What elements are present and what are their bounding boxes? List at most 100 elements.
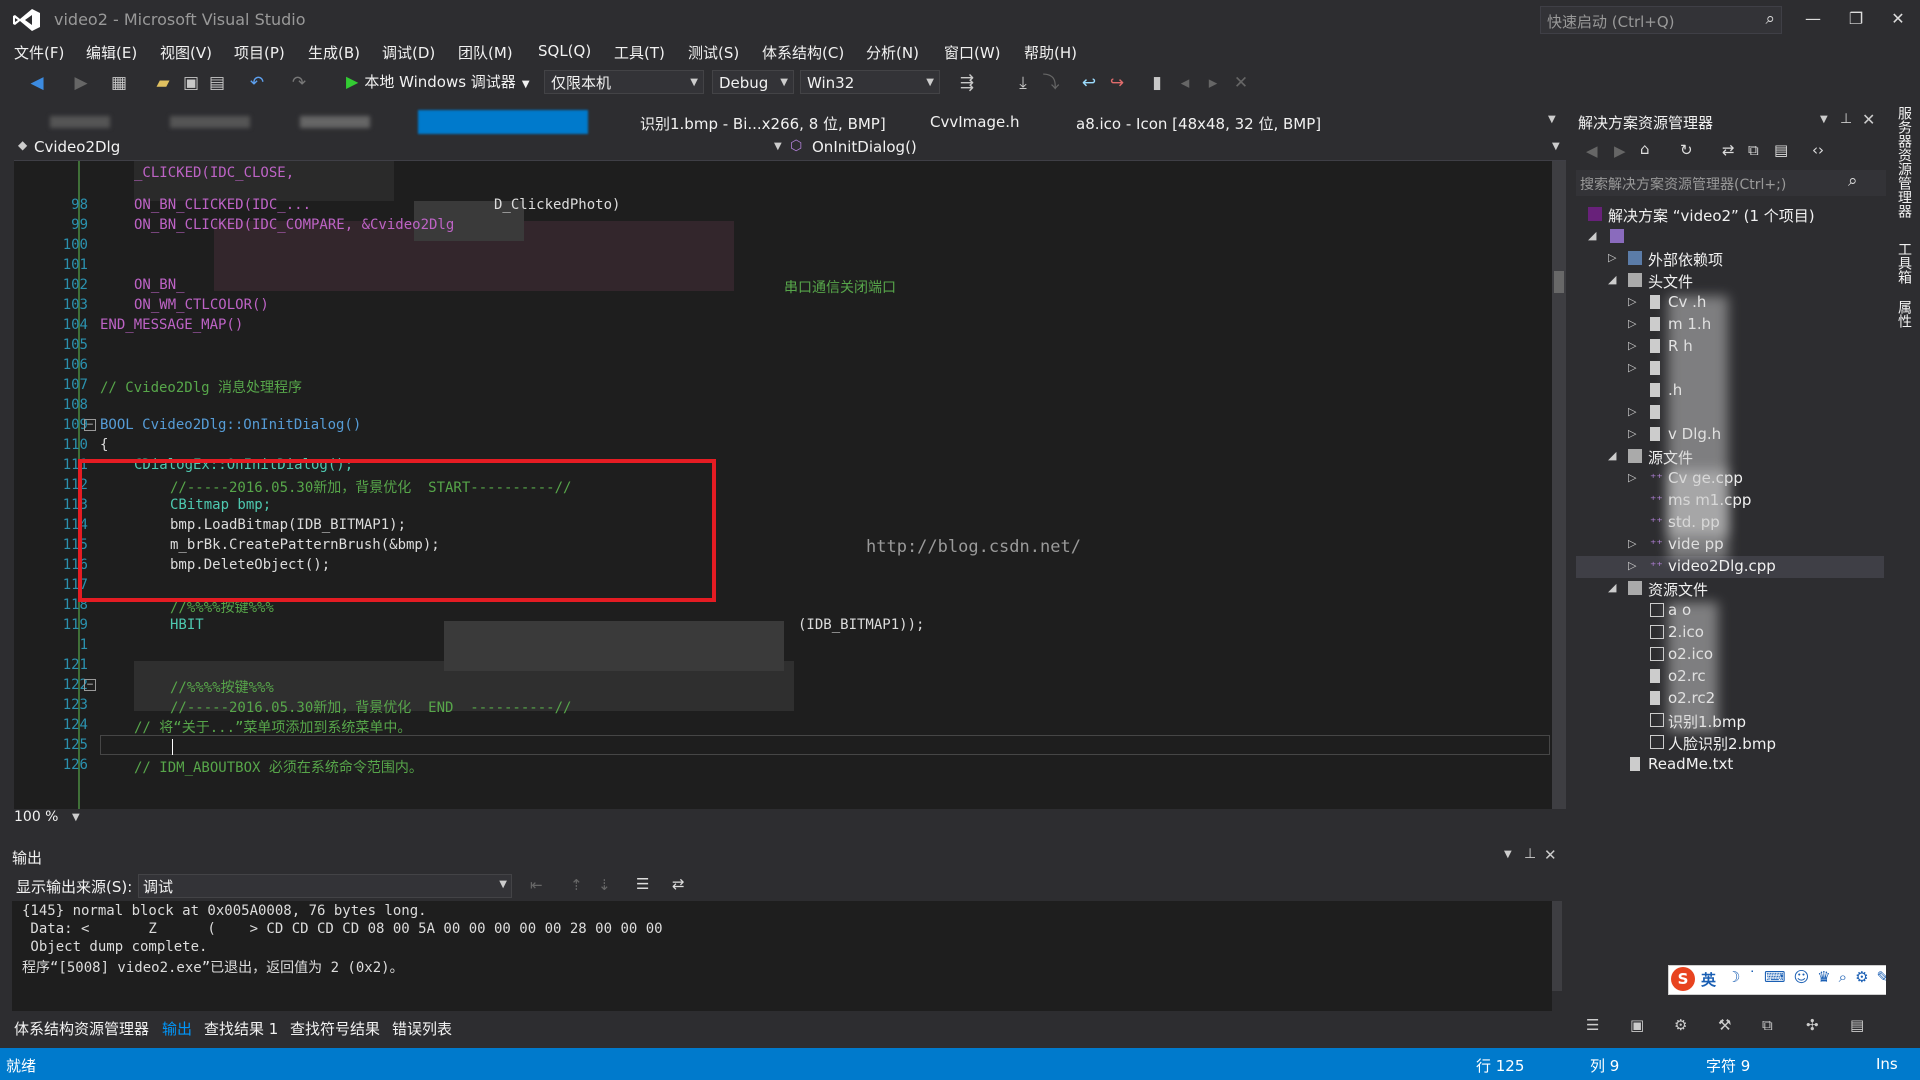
comment-icon[interactable]: ↩: [1078, 72, 1100, 94]
side-tab-server-explorer[interactable]: 服务器资源管理器: [1894, 106, 1914, 218]
close-button[interactable]: ✕: [1880, 6, 1916, 32]
tree-file[interactable]: .h: [1576, 380, 1884, 402]
tree-file[interactable]: a o: [1576, 600, 1884, 622]
configuration-combo[interactable]: Debug ▼: [712, 70, 794, 94]
blurred-tab[interactable]: [50, 116, 110, 128]
collapse-icon[interactable]: −: [84, 419, 96, 431]
tree-file[interactable]: 2.ico: [1576, 622, 1884, 644]
prev-bookmark-icon[interactable]: ◂: [1174, 72, 1196, 94]
next-bookmark-icon[interactable]: ▸: [1202, 72, 1224, 94]
quick-launch-input[interactable]: 快速启动 (Ctrl+Q) ⌕: [1540, 6, 1782, 34]
wrench-icon[interactable]: ⚒: [1718, 1016, 1731, 1034]
chevron-down-icon[interactable]: ▼: [72, 812, 80, 823]
menu-architecture[interactable]: 体系结构(C): [762, 42, 844, 63]
output-scrollbar[interactable]: [1552, 901, 1562, 991]
tab-error-list[interactable]: 错误列表: [392, 1018, 452, 1039]
tab-cvvimage-h[interactable]: CvvImage.h: [930, 113, 1019, 131]
tree-file[interactable]: ▷ ⁺⁺ vide pp: [1576, 534, 1884, 556]
back-icon[interactable]: ◀: [1586, 142, 1598, 160]
solution-explorer-search[interactable]: 搜索解决方案资源管理器(Ctrl+;) ⌕: [1576, 170, 1886, 196]
menu-project[interactable]: 项目(P): [234, 42, 285, 63]
tree-folder[interactable]: ◢ 资源文件: [1576, 578, 1884, 600]
tree-file[interactable]: ▷ v Dlg.h: [1576, 424, 1884, 446]
member-dropdown[interactable]: OnInitDialog(): [812, 138, 917, 156]
editor-vertical-scrollbar[interactable]: [1552, 161, 1566, 809]
navigate-forward-icon[interactable]: ▶: [70, 72, 92, 94]
word-wrap-icon[interactable]: ⇄: [672, 875, 685, 893]
tree-folder[interactable]: ◢ 头文件: [1576, 270, 1884, 292]
team-explorer-icon[interactable]: ✣: [1806, 1016, 1819, 1034]
side-tab-toolbox[interactable]: 工具箱: [1894, 242, 1914, 284]
tab-architecture-explorer[interactable]: 体系结构资源管理器: [14, 1018, 149, 1039]
class-scope-dropdown[interactable]: Cvideo2Dlg: [34, 138, 120, 156]
restore-button[interactable]: ❐: [1838, 6, 1874, 32]
tab-find-symbol-results[interactable]: 查找符号结果: [290, 1018, 380, 1039]
menu-file[interactable]: 文件(F): [14, 42, 64, 63]
tree-file[interactable]: ReadMe.txt: [1576, 754, 1884, 776]
zoom-level[interactable]: 100 %: [14, 809, 58, 825]
search-icon[interactable]: ⌕: [1765, 9, 1775, 29]
collapsed-arrow-icon[interactable]: ▷: [1628, 295, 1636, 308]
search-icon[interactable]: ⌕: [1848, 171, 1858, 191]
output-source-select[interactable]: 调试 ▼: [138, 874, 512, 898]
collapse-icon[interactable]: −: [84, 679, 96, 691]
expanded-arrow-icon[interactable]: ◢: [1588, 229, 1596, 242]
chevron-down-icon[interactable]: ▼: [774, 141, 782, 152]
sync-icon[interactable]: ⇄: [1722, 141, 1735, 159]
menu-help[interactable]: 帮助(H): [1024, 42, 1077, 63]
output-window-icon[interactable]: ▤: [1850, 1016, 1864, 1034]
pin-icon[interactable]: ⊥: [1840, 111, 1852, 127]
clear-all-icon[interactable]: ☰: [636, 875, 649, 893]
menu-tools[interactable]: 工具(T): [614, 42, 665, 63]
blurred-tab[interactable]: [300, 116, 370, 128]
expanded-arrow-icon[interactable]: ◢: [1608, 449, 1616, 462]
tab-overflow-icon[interactable]: ▼: [1548, 114, 1556, 125]
close-icon[interactable]: ✕: [1544, 846, 1557, 864]
scrollbar-thumb[interactable]: [1554, 271, 1564, 293]
tab-a8-ico[interactable]: a8.ico - Icon [48x48, 32 位, BMP]: [1076, 113, 1321, 134]
tree-folder[interactable]: ◢ 源文件: [1576, 446, 1884, 468]
step-icon[interactable]: ⤓: [1012, 72, 1034, 94]
chevron-down-icon[interactable]: ▼: [1552, 141, 1560, 152]
collapsed-arrow-icon[interactable]: ▷: [1608, 251, 1616, 264]
close-icon[interactable]: ✕: [1862, 110, 1875, 129]
code-editor[interactable]: _CLICKED(IDC_CLOSE, 98 ON_BN_CLICKED(IDC…: [14, 161, 1566, 809]
tree-file[interactable]: 人脸识别2.bmp: [1576, 732, 1884, 754]
next-message-icon[interactable]: ⇣: [598, 876, 611, 894]
tab-output[interactable]: 输出: [162, 1018, 192, 1039]
home-icon[interactable]: ⌂: [1640, 140, 1650, 158]
pin-icon[interactable]: ⊥: [1524, 846, 1536, 862]
bookmark-icon[interactable]: ▮: [1146, 72, 1168, 94]
find-message-icon[interactable]: ⇤: [530, 876, 543, 894]
collapsed-arrow-icon[interactable]: ▷: [1628, 559, 1636, 572]
platform-combo[interactable]: Win32 ▼: [800, 70, 940, 94]
pending-changes-icon[interactable]: ▣: [1630, 1016, 1644, 1034]
properties-icon[interactable]: ☰: [1586, 1016, 1599, 1034]
menu-sql[interactable]: SQL(Q): [538, 42, 591, 60]
view-code-icon[interactable]: ‹›: [1812, 141, 1824, 159]
chevron-down-icon[interactable]: ▼: [1820, 114, 1828, 125]
menu-team[interactable]: 团队(M): [458, 42, 513, 63]
collapsed-arrow-icon[interactable]: ▷: [1628, 317, 1636, 330]
menu-debug[interactable]: 调试(D): [382, 42, 435, 63]
ime-toolbar[interactable]: S 英 ☽˙⌨☺♛⌕⚙✎: [1668, 965, 1920, 995]
expanded-arrow-icon[interactable]: ◢: [1608, 273, 1616, 286]
forward-icon[interactable]: ▶: [1614, 142, 1626, 160]
platform-target-combo[interactable]: 仅限本机 ▼: [544, 70, 704, 94]
tree-file[interactable]: ⁺⁺ std. pp: [1576, 512, 1884, 534]
side-tab-properties[interactable]: 属性: [1894, 300, 1914, 328]
tab-bitmap[interactable]: 识别1.bmp - Bi...x266, 8 位, BMP]: [640, 113, 886, 134]
open-file-icon[interactable]: ▰: [152, 72, 174, 94]
collapse-all-icon[interactable]: ⧉: [1748, 141, 1759, 159]
chevron-down-icon[interactable]: ▼: [1504, 849, 1512, 860]
step-over-icon[interactable]: ⤵: [1040, 72, 1062, 94]
blurred-tab[interactable]: [170, 116, 250, 128]
menu-analyze[interactable]: 分析(N): [866, 42, 919, 63]
tree-file[interactable]: o2.ico: [1576, 644, 1884, 666]
tree-item[interactable]: ▷ 外部依赖项: [1576, 248, 1884, 270]
ime-language[interactable]: 英: [1701, 969, 1716, 990]
menu-edit[interactable]: 编辑(E): [86, 42, 137, 63]
collapsed-arrow-icon[interactable]: ▷: [1628, 471, 1636, 484]
tab-find-results-1[interactable]: 查找结果 1: [204, 1018, 278, 1039]
tree-file[interactable]: ▷ R h: [1576, 336, 1884, 358]
